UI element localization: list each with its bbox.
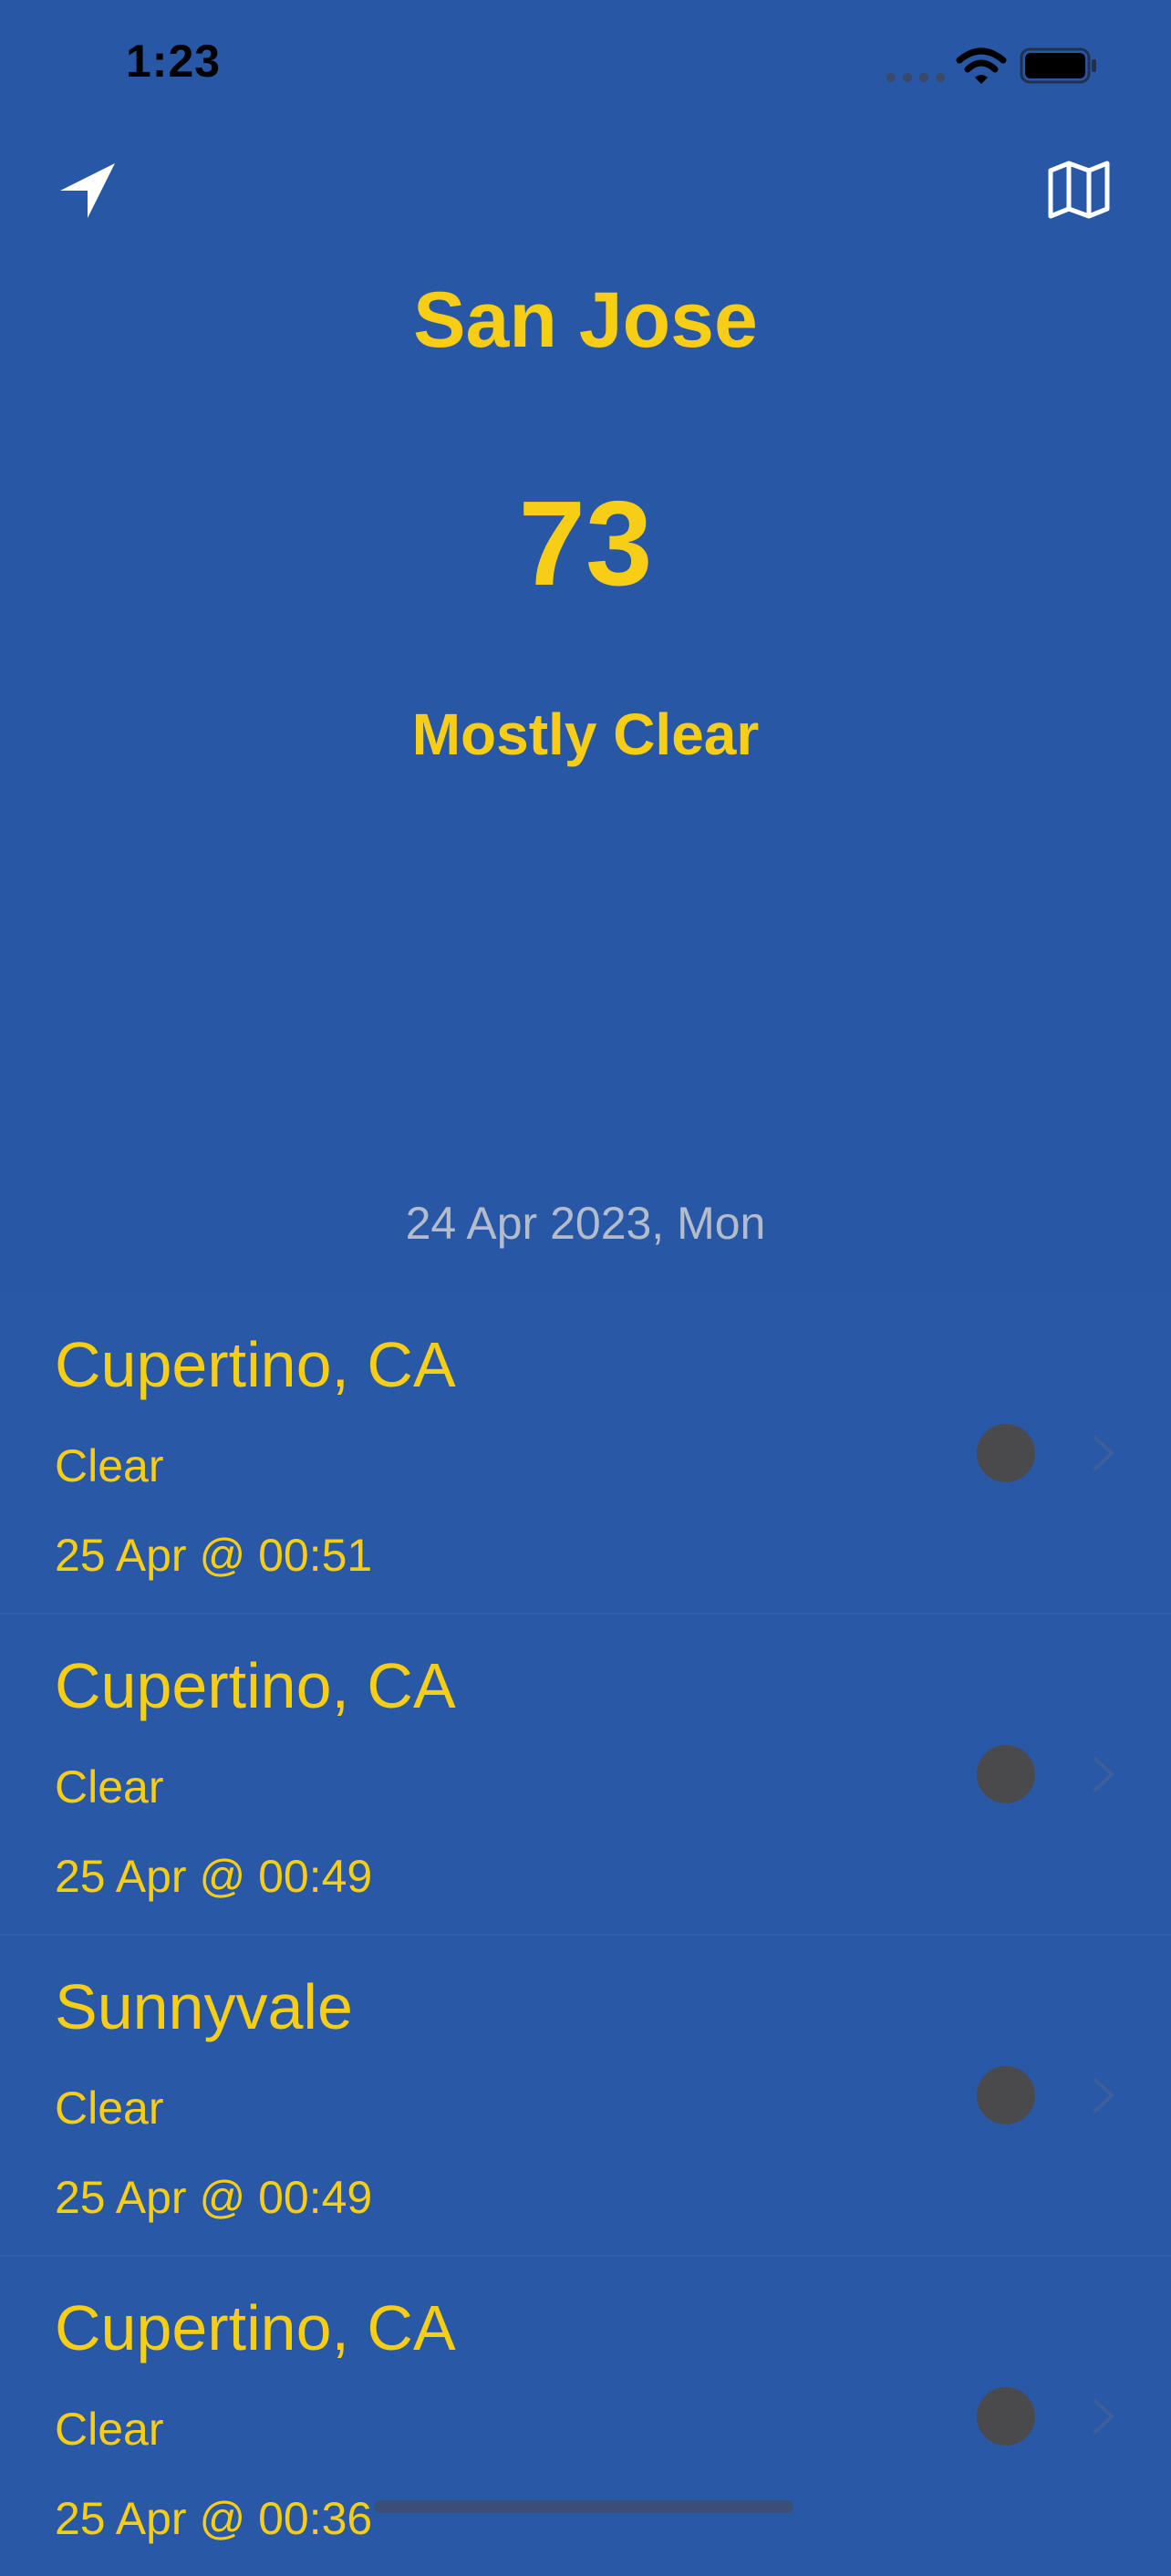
city-title: San Jose: [413, 276, 758, 364]
row-condition: Clear: [55, 1761, 164, 1813]
chevron-right-icon: [1093, 2078, 1114, 2113]
history-row[interactable]: Cupertino, CA Clear 25 Apr @ 00:49: [0, 1613, 1171, 1934]
row-city: Cupertino, CA: [55, 2292, 456, 2363]
row-condition: Clear: [55, 2404, 164, 2455]
row-city: Cupertino, CA: [55, 1650, 456, 1721]
status-dot: [977, 1424, 1035, 1482]
section-header-date: 24 Apr 2023, Mon: [405, 1198, 766, 1249]
battery-icon: [1020, 47, 1096, 84]
row-city: Cupertino, CA: [55, 1329, 456, 1400]
status-dot: [977, 2066, 1035, 2124]
row-time: 25 Apr @ 00:49: [55, 1851, 373, 1902]
wifi-icon: [956, 47, 1007, 84]
status-dot: [977, 2387, 1035, 2446]
status-dot: [977, 1745, 1035, 1803]
chevron-right-icon: [1093, 2399, 1114, 2434]
history-list: Cupertino, CA Clear 25 Apr @ 00:51 Cuper…: [0, 1293, 1171, 2576]
row-condition: Clear: [55, 2083, 164, 2134]
row-condition: Clear: [55, 1440, 164, 1491]
map-icon[interactable]: [1047, 158, 1111, 222]
history-row[interactable]: Cupertino, CA Clear 25 Apr @ 00:36: [0, 2255, 1171, 2576]
history-row[interactable]: Cupertino, CA Clear 25 Apr @ 00:51: [0, 1293, 1171, 1613]
row-city: Sunnyvale: [55, 1971, 353, 2042]
condition-label: Mostly Clear: [411, 701, 760, 767]
status-bar: 1:23: [0, 0, 1171, 137]
row-time: 25 Apr @ 00:36: [55, 2493, 373, 2544]
chevron-right-icon: [1093, 1436, 1114, 1470]
row-time: 25 Apr @ 00:49: [55, 2172, 373, 2223]
home-indicator[interactable]: [374, 2500, 793, 2513]
row-time: 25 Apr @ 00:51: [55, 1530, 373, 1581]
cellular-icon: [886, 73, 945, 82]
location-arrow-icon[interactable]: [57, 160, 119, 222]
history-row[interactable]: Sunnyvale Clear 25 Apr @ 00:49: [0, 1934, 1171, 2255]
status-time: 1:23: [126, 36, 222, 87]
temperature-value: 73: [518, 476, 653, 610]
chevron-right-icon: [1093, 1757, 1114, 1792]
